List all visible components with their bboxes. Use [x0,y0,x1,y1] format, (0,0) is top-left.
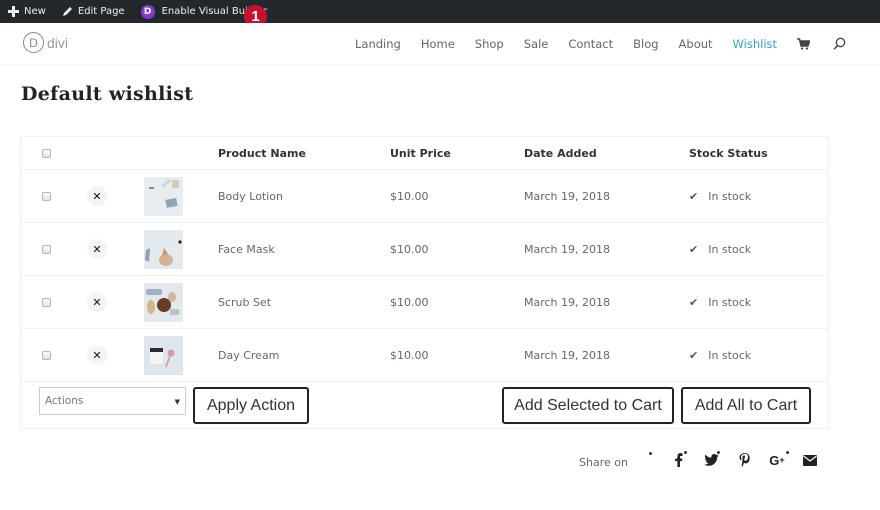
cart-icon[interactable] [797,37,811,51]
date-added: March 19, 2018 [524,242,611,256]
email-icon[interactable] [800,450,820,470]
product-name[interactable]: Face Mask [218,223,275,275]
share-dot-icon [645,450,655,470]
page-title: Default wishlist [21,83,194,105]
nav-wishlist[interactable]: Wishlist [733,37,777,51]
check-icon: ✔ [689,242,699,256]
select-all-checkbox[interactable] [42,148,51,158]
actions-row: Actions ▼ Apply Action Add Selected to C… [21,382,828,428]
admin-edit-page-button[interactable]: Edit Page [54,0,133,23]
twitter-icon[interactable] [701,450,721,470]
pinterest-icon[interactable] [734,450,754,470]
date-added: March 19, 2018 [524,348,611,362]
site-header: D divi Landing Home Shop Sale Contact Bl… [0,23,880,64]
product-name[interactable]: Body Lotion [218,170,283,222]
stock-status: In stock [708,348,752,362]
unit-price: $10.00 [390,189,429,203]
plus-icon [8,6,19,17]
unit-price: $10.00 [390,348,429,362]
table-row: ✕ Body Lotion $10.00 March 19, 2018 ✔ In … [21,170,828,223]
logo-mark: D [23,32,44,53]
pencil-icon [62,6,73,17]
nav-shop[interactable]: Shop [475,37,504,51]
date-added: March 19, 2018 [524,295,611,309]
share-label: Share on [579,455,628,469]
remove-icon[interactable]: ✕ [87,345,107,365]
col-stock-status: Stock Status [689,146,768,160]
col-date-added: Date Added [524,146,597,160]
row-checkbox[interactable] [42,244,51,254]
check-icon: ✔ [689,295,699,309]
product-thumbnail[interactable] [144,176,183,216]
row-checkbox[interactable] [42,191,51,201]
site-logo[interactable]: D divi [23,32,68,53]
admin-new-button[interactable]: New [0,0,54,23]
search-icon[interactable] [833,37,847,51]
nav-about[interactable]: About [679,37,713,51]
remove-icon[interactable]: ✕ [87,292,107,312]
col-product-name: Product Name [218,146,306,160]
product-thumbnail[interactable] [144,282,183,322]
facebook-icon[interactable] [668,450,688,470]
product-name[interactable]: Scrub Set [218,276,271,328]
apply-action-button[interactable]: Apply Action [193,387,309,424]
nav-blog[interactable]: Blog [633,37,658,51]
table-row: ✕ Face Mask $10.00 March 19, 2018 ✔ In st… [21,223,828,276]
wishlist-table: Product Name Unit Price Date Added Stock… [20,136,829,429]
product-thumbnail[interactable] [144,335,183,375]
row-checkbox[interactable] [42,350,51,360]
unit-price: $10.00 [390,242,429,256]
table-header-row: Product Name Unit Price Date Added Stock… [21,137,828,170]
divi-icon: D [140,4,155,19]
admin-edit-label: Edit Page [77,6,125,17]
table-row: ✕ Scrub Set $10.00 March 19, 2018 ✔ In st… [21,276,828,329]
product-thumbnail[interactable] [144,229,183,269]
dropdown-arrow-icon: ▼ [174,398,180,406]
stock-status: In stock [708,189,752,203]
check-icon: ✔ [689,348,699,362]
check-icon: ✔ [689,189,699,203]
nav-home[interactable]: Home [421,37,455,51]
remove-icon[interactable]: ✕ [87,239,107,259]
nav-contact[interactable]: Contact [568,37,613,51]
col-unit-price: Unit Price [390,146,451,160]
add-all-to-cart-button[interactable]: Add All to Cart [681,387,811,424]
add-selected-to-cart-button[interactable]: Add Selected to Cart [502,387,674,424]
stock-status: In stock [708,295,752,309]
actions-select[interactable]: Actions ▼ [39,387,186,415]
share-icons: G + [645,450,833,470]
main-nav: Landing Home Shop Sale Contact Blog Abou… [355,23,847,64]
admin-new-label: New [24,6,46,17]
unit-price: $10.00 [390,295,429,309]
date-added: March 19, 2018 [524,189,611,203]
remove-icon[interactable]: ✕ [87,186,107,206]
product-name[interactable]: Day Cream [218,329,279,381]
table-row: ✕ Day Cream $10.00 March 19, 2018 ✔ In st… [21,329,828,382]
google-plus-icon[interactable]: G + [767,450,789,470]
nav-landing[interactable]: Landing [355,37,401,51]
actions-select-value: Actions [45,395,84,407]
row-checkbox[interactable] [42,297,51,307]
logo-text: divi [47,34,69,51]
admin-bar: New Edit Page D Enable Visual Builder [0,0,880,23]
stock-status: In stock [708,242,752,256]
nav-sale[interactable]: Sale [524,37,549,51]
